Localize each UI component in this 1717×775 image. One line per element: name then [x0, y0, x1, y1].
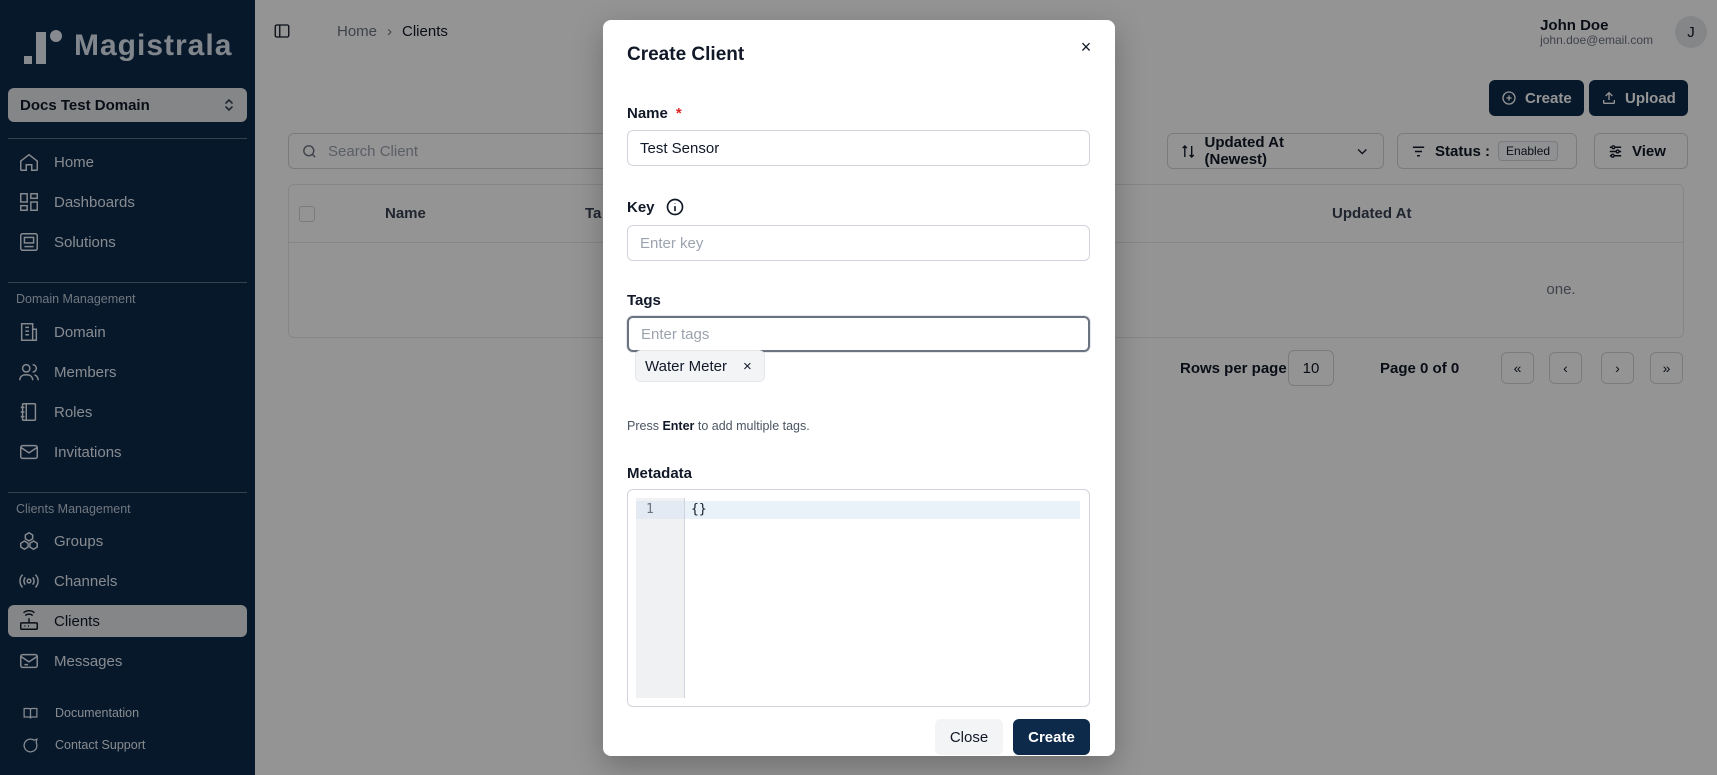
close-button[interactable]: Close	[935, 719, 1003, 755]
create-submit-button[interactable]: Create	[1013, 719, 1090, 755]
remove-tag-icon[interactable]: ×	[743, 358, 752, 375]
required-indicator: *	[675, 105, 682, 122]
name-label: Name *	[627, 105, 682, 122]
tags-input[interactable]: Enter tags	[627, 316, 1090, 352]
metadata-editor[interactable]: 1 {}	[627, 489, 1090, 707]
info-icon[interactable]	[665, 197, 685, 217]
name-field[interactable]: Test Sensor	[627, 130, 1090, 166]
metadata-label: Metadata	[627, 465, 693, 482]
tag-chip: Water Meter ×	[635, 350, 765, 382]
tag-chip-label: Water Meter	[645, 357, 727, 375]
tags-label: Tags	[627, 292, 661, 309]
line-number: 1	[636, 501, 684, 519]
close-icon[interactable]: ×	[1075, 36, 1097, 58]
tags-hint: Press Enter to add multiple tags.	[627, 419, 810, 433]
create-client-dialog: Create Client × Name * Test Sensor Key E…	[603, 20, 1115, 756]
editor-gutter: 1	[636, 498, 685, 698]
dialog-title: Create Client	[627, 44, 745, 65]
key-field[interactable]: Enter key	[627, 225, 1090, 261]
editor-code-line[interactable]: {}	[685, 501, 1080, 519]
key-label: Key	[627, 197, 685, 217]
